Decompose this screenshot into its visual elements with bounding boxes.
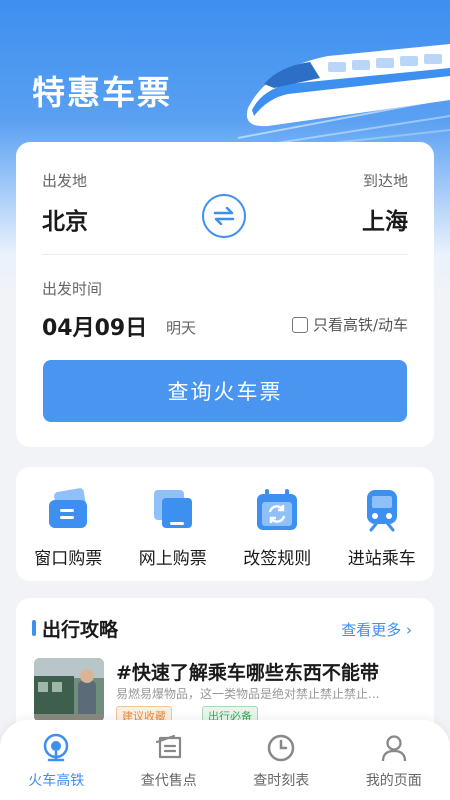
- query-tickets-button[interactable]: 查询火车票: [43, 360, 407, 422]
- tab-label: 火车高铁: [28, 773, 85, 789]
- departure-date[interactable]: 04月09日: [42, 310, 147, 342]
- divider: [42, 254, 408, 255]
- ticket-window-icon: [44, 486, 92, 534]
- hsr-only-toggle[interactable]: 只看高铁/动车: [291, 314, 408, 335]
- service-label: 进站乘车: [347, 549, 416, 569]
- tab-timetable[interactable]: 查时刻表: [225, 720, 338, 800]
- train-rail-icon: [40, 732, 72, 764]
- view-more-label: 查看更多: [341, 621, 402, 639]
- from-city[interactable]: 北京: [42, 202, 88, 236]
- ticket-icon: [153, 732, 185, 764]
- tab-label: 我的页面: [365, 773, 422, 789]
- section-accent-bar: [32, 620, 36, 636]
- tab-label: 查代售点: [140, 773, 197, 789]
- from-label: 出发地: [42, 172, 88, 190]
- service-label: 窗口购票: [34, 549, 103, 569]
- train-icon: [358, 486, 406, 534]
- services-card: 窗口购票 网上购票 改签规则 进站乘车: [16, 467, 434, 581]
- online-ticket-icon: [149, 486, 197, 534]
- article-summary: 易燃易爆物品，这一类物品是绝对禁止禁止禁止...: [116, 687, 380, 701]
- to-city[interactable]: 上海: [362, 202, 408, 236]
- swap-arrows-icon: [213, 207, 235, 225]
- service-boarding[interactable]: 进站乘车: [330, 467, 435, 581]
- bottom-tab-bar: 火车高铁 查代售点 查时刻表 我的页面: [0, 720, 450, 800]
- to-label: 到达地: [362, 172, 408, 190]
- tab-train-rail[interactable]: 火车高铁: [0, 720, 113, 800]
- guide-title: 出行攻略: [42, 619, 119, 641]
- service-window-purchase[interactable]: 窗口购票: [16, 467, 121, 581]
- date-label: 出发时间: [42, 280, 103, 298]
- tab-label: 查时刻表: [253, 773, 310, 789]
- bullet-train-illustration: [237, 44, 450, 148]
- date-hint: 明天: [166, 319, 197, 337]
- tab-my-page[interactable]: 我的页面: [338, 720, 450, 800]
- tab-ticket-agency[interactable]: 查代售点: [113, 720, 226, 800]
- swap-cities-button[interactable]: [202, 194, 246, 238]
- ticket-search-card: 出发地 到达地 北京 上海 出发时间 04月09日 明天 只看高铁/动车 查询火…: [16, 142, 434, 447]
- page-title: 特惠车票: [32, 73, 172, 112]
- chevron-right-icon: ›: [406, 621, 412, 639]
- view-more-link[interactable]: 查看更多 ›: [341, 619, 412, 640]
- refresh-calendar-icon: [253, 486, 301, 534]
- hsr-only-checkbox[interactable]: [291, 316, 308, 333]
- service-label: 改签规则: [243, 549, 312, 569]
- article-title: #快速了解乘车哪些东西不能带: [116, 662, 379, 684]
- article-thumbnail: [34, 658, 104, 722]
- clock-icon: [265, 732, 297, 764]
- service-change-rules[interactable]: 改签规则: [225, 467, 330, 581]
- guide-article[interactable]: #快速了解乘车哪些东西不能带 易燃易爆物品，这一类物品是绝对禁止禁止禁止... …: [34, 658, 416, 726]
- user-icon: [378, 732, 410, 764]
- service-label: 网上购票: [138, 549, 207, 569]
- hsr-only-label: 只看高铁/动车: [312, 316, 408, 334]
- service-online-purchase[interactable]: 网上购票: [121, 467, 226, 581]
